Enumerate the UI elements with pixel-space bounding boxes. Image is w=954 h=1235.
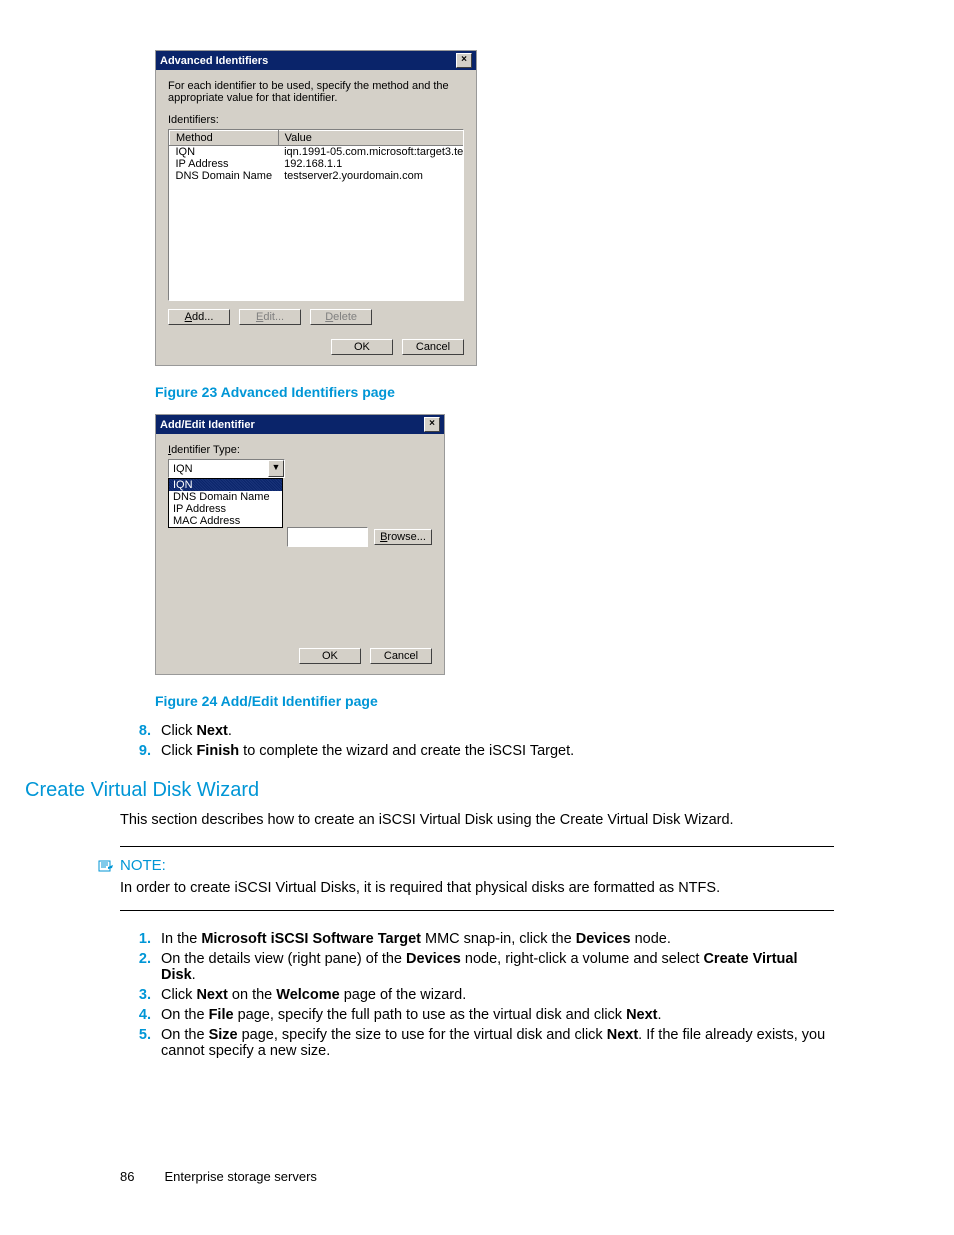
browse-button[interactable]: Browse... [374,529,432,545]
note-block: NOTE: In order to create iSCSI Virtual D… [120,846,834,911]
list-item: Click Next on the Welcome page of the wi… [155,987,834,1003]
page-footer: 86 Enterprise storage servers [120,1169,834,1184]
dialog-titlebar: Add/Edit Identifier × [156,415,444,434]
table-row[interactable]: IQN iqn.1991-05.com.microsoft:target3.te… [170,146,465,159]
note-label: NOTE: [120,857,166,874]
identifiers-label: Identifiers: [168,114,464,126]
edit-button[interactable]: Edit... [239,309,301,325]
list-item: Click Finish to complete the wizard and … [155,743,834,759]
col-value[interactable]: Value [278,131,464,146]
ok-button[interactable]: OK [299,648,361,664]
step-list: In the Microsoft iSCSI Software Target M… [120,931,834,1059]
add-button[interactable]: Add... [168,309,230,325]
note-icon [98,859,114,873]
identifiers-listbox[interactable]: Method Value IQN iqn.1991-05.com.microso… [168,129,464,301]
advanced-identifiers-dialog: Advanced Identifiers × For each identifi… [155,50,477,366]
identifier-type-combo[interactable]: IQN ▼ [168,459,285,478]
dialog-intro: For each identifier to be used, specify … [168,80,464,104]
ok-button[interactable]: OK [331,339,393,355]
option-ip[interactable]: IP Address [169,503,282,515]
cancel-button[interactable]: Cancel [402,339,464,355]
add-edit-identifier-dialog: Add/Edit Identifier × Identifier Type: I… [155,414,445,675]
footer-section: Enterprise storage servers [164,1169,316,1184]
figure-caption-24: Figure 24 Add/Edit Identifier page [155,693,834,709]
option-mac[interactable]: MAC Address [169,515,282,527]
list-item: Click Next. [155,723,834,739]
option-iqn[interactable]: IQN [169,479,282,491]
chevron-down-icon[interactable]: ▼ [268,460,284,477]
value-input[interactable] [287,527,368,547]
identifier-type-dropdown[interactable]: IQN DNS Domain Name IP Address MAC Addre… [168,478,283,528]
note-text: In order to create iSCSI Virtual Disks, … [120,880,834,896]
figure-caption-23: Figure 23 Advanced Identifiers page [155,384,834,400]
list-item: On the File page, specify the full path … [155,1007,834,1023]
close-icon[interactable]: × [424,417,440,432]
table-row[interactable]: DNS Domain Name testserver2.yourdomain.c… [170,170,465,182]
identifier-type-label: Identifier Type: [168,444,240,456]
page-number: 86 [120,1169,134,1184]
section-paragraph: This section describes how to create an … [120,812,834,828]
close-icon[interactable]: × [456,53,472,68]
section-heading: Create Virtual Disk Wizard [25,779,834,802]
step-list-top: Click Next. Click Finish to complete the… [120,723,834,759]
list-item: On the details view (right pane) of the … [155,951,834,983]
list-item: In the Microsoft iSCSI Software Target M… [155,931,834,947]
table-row[interactable]: IP Address 192.168.1.1 [170,158,465,170]
list-item: On the Size page, specify the size to us… [155,1027,834,1059]
delete-button[interactable]: Delete [310,309,372,325]
dialog-title: Add/Edit Identifier [160,419,255,431]
option-dns[interactable]: DNS Domain Name [169,491,282,503]
dialog-title: Advanced Identifiers [160,55,268,67]
cancel-button[interactable]: Cancel [370,648,432,664]
dialog-titlebar: Advanced Identifiers × [156,51,476,70]
col-method[interactable]: Method [170,131,279,146]
